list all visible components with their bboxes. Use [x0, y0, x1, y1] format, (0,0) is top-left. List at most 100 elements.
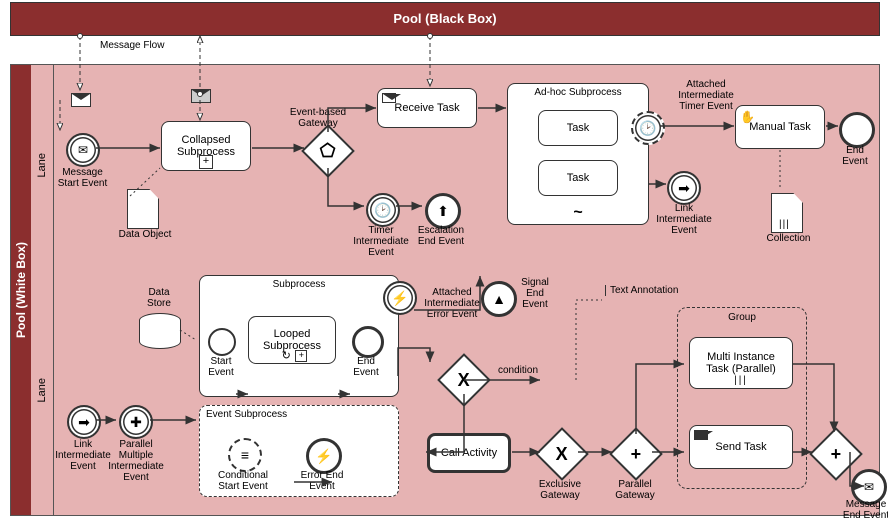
envelope-filled-icon: [694, 430, 708, 440]
event-based-gateway: ⬠: [301, 124, 355, 178]
call-activity-label: Call Activity: [441, 447, 497, 459]
timer-intermediate-event: 🕑: [366, 193, 400, 227]
x-icon: X: [556, 443, 568, 464]
group-label: Group: [678, 312, 806, 323]
receive-task: Receive Task: [377, 88, 477, 128]
parallel-marker-icon: |||: [734, 375, 748, 386]
bpmn-diagram: Pool (Black Box) Message Flow Pool (Whit…: [0, 0, 888, 518]
plus-marker-icon: +: [199, 155, 213, 169]
multi-instance-task: Multi InstanceTask (Parallel) |||: [689, 337, 793, 389]
condition-label: condition: [493, 365, 543, 376]
subproc-end-event: [352, 326, 384, 358]
envelope-filled-icon: ✉: [864, 480, 874, 494]
conditional-start-event: ≡: [228, 438, 262, 472]
subproc-start-event: [208, 328, 236, 356]
multi-marker-icon: |||: [779, 219, 790, 230]
pool-white-label: Pool (White Box): [14, 242, 28, 338]
x-icon: X: [458, 369, 470, 390]
attached-timer-event: 🕑: [631, 111, 665, 145]
link-intermediate-event: ➡: [667, 171, 701, 205]
parallel-multiple-event: ✚: [119, 405, 153, 439]
link-int-label: LinkIntermediateEvent: [653, 203, 715, 236]
signal-end-event: ▲: [481, 281, 517, 317]
subproc-start-label: StartEvent: [204, 356, 238, 378]
subproc-end-label: EndEvent: [348, 356, 384, 378]
envelope-small-icon: [382, 93, 396, 103]
hand-icon: ✋: [740, 110, 755, 124]
pool-black-label: Pool (Black Box): [11, 3, 879, 35]
lane-2-header: Lane: [31, 265, 54, 515]
escalation-end-event: ⬆: [425, 193, 461, 229]
adhoc-task-1: Task: [538, 110, 618, 146]
lane-1-header: Lane: [31, 65, 54, 265]
plus-icon: +: [831, 443, 842, 464]
arrow-right-icon: ➡: [678, 180, 690, 197]
arrow-right-icon: ➡: [78, 414, 90, 431]
lane-1: Lane ✉ MessageStart Event CollapsedSubpr…: [31, 65, 879, 266]
escalation-end-label: EscalationEnd Event: [412, 225, 470, 247]
collapsed-subprocess: CollapsedSubprocess +: [161, 121, 251, 171]
looped-subprocess: LoopedSubprocess ↻ +: [248, 316, 336, 364]
lane-1-label: Lane: [36, 153, 48, 177]
error-end-event: ⚡: [306, 438, 342, 474]
tilde-icon: ~: [573, 204, 582, 222]
event-gateway-label: Event-basedGateway: [283, 107, 353, 129]
plus-icon: ✚: [130, 414, 142, 431]
excl-gw-label: ExclusiveGateway: [535, 479, 585, 501]
send-task-label: Send Task: [715, 441, 766, 453]
multi-inst-label: Multi InstanceTask (Parallel): [706, 351, 776, 375]
collection-label: Collection: [761, 233, 816, 244]
clock-icon: 🕑: [374, 202, 391, 219]
parallel-gateway-2: +: [809, 427, 863, 481]
adhoc-label: Ad-hoc Subprocess: [508, 84, 648, 101]
data-store: [139, 313, 181, 349]
exclusive-gateway-1: X: [437, 353, 491, 407]
end-event: [839, 112, 875, 148]
adhoc-task2-label: Task: [567, 172, 590, 184]
text-annotation-label: Text Annotation: [610, 285, 678, 296]
parallel-multi-label: ParallelMultipleIntermediateEvent: [103, 439, 169, 483]
pool-white-header: Pool (White Box): [11, 65, 31, 515]
exclusive-gateway-2: X: [535, 427, 589, 481]
loop-icon: ↻: [282, 349, 291, 362]
lightning-icon: ⚡: [391, 290, 408, 307]
pool-black-box: Pool (Black Box): [10, 2, 880, 36]
end-event-label: EndEvent: [835, 145, 875, 167]
parallel-gateway-1: +: [609, 427, 663, 481]
manual-task-label: Manual Task: [749, 121, 811, 133]
data-object: [127, 189, 159, 229]
escalation-icon: ⬆: [437, 203, 449, 220]
event-subprocess: Event Subprocess ≡ ConditionalStart Even…: [199, 405, 399, 497]
call-activity: Call Activity: [427, 433, 511, 473]
link-intermediate-event-2: ➡: [67, 405, 101, 439]
list-icon: ≡: [241, 447, 249, 463]
text-annotation: Text Annotation: [605, 285, 678, 296]
envelope-gray-icon: [191, 89, 211, 103]
send-task: Send Task: [689, 425, 793, 469]
lightning-icon: ⚡: [315, 448, 332, 465]
timer-int-label: TimerIntermediateEvent: [349, 225, 413, 258]
adhoc-task-2: Task: [538, 160, 618, 196]
error-end-label: Error EndEvent: [294, 470, 350, 492]
message-flow-label: Message Flow: [100, 40, 164, 51]
event-subproc-label: Event Subprocess: [200, 406, 398, 423]
triangle-icon: ▲: [492, 291, 506, 307]
data-object-label: Data Object: [115, 229, 175, 240]
pentagon-icon: ⬠: [320, 141, 336, 162]
data-store-label: DataStore: [141, 287, 177, 309]
subprocess: Subprocess StartEvent LoopedSubprocess ↻…: [199, 275, 399, 397]
cond-start-label: ConditionalStart Event: [212, 470, 274, 492]
manual-task: ✋ Manual Task: [735, 105, 825, 149]
envelope-icon: [71, 93, 91, 107]
message-start-label: MessageStart Event: [55, 167, 110, 189]
signal-end-label: SignalEndEvent: [515, 277, 555, 310]
attached-timer-label: AttachedIntermediateTimer Event: [671, 79, 741, 112]
plus-marker-icon: +: [295, 350, 307, 362]
subprocess-label: Subprocess: [200, 276, 398, 293]
adhoc-task1-label: Task: [567, 122, 590, 134]
message-start-event: ✉: [66, 133, 100, 167]
lane-2: Lane ➡ LinkIntermediateEvent ✚ ParallelM…: [31, 265, 879, 515]
adhoc-subprocess: Ad-hoc Subprocess Task Task ~: [507, 83, 649, 225]
attached-err-label: AttachedIntermediateError Event: [419, 287, 485, 320]
lane-2-label: Lane: [36, 378, 48, 402]
